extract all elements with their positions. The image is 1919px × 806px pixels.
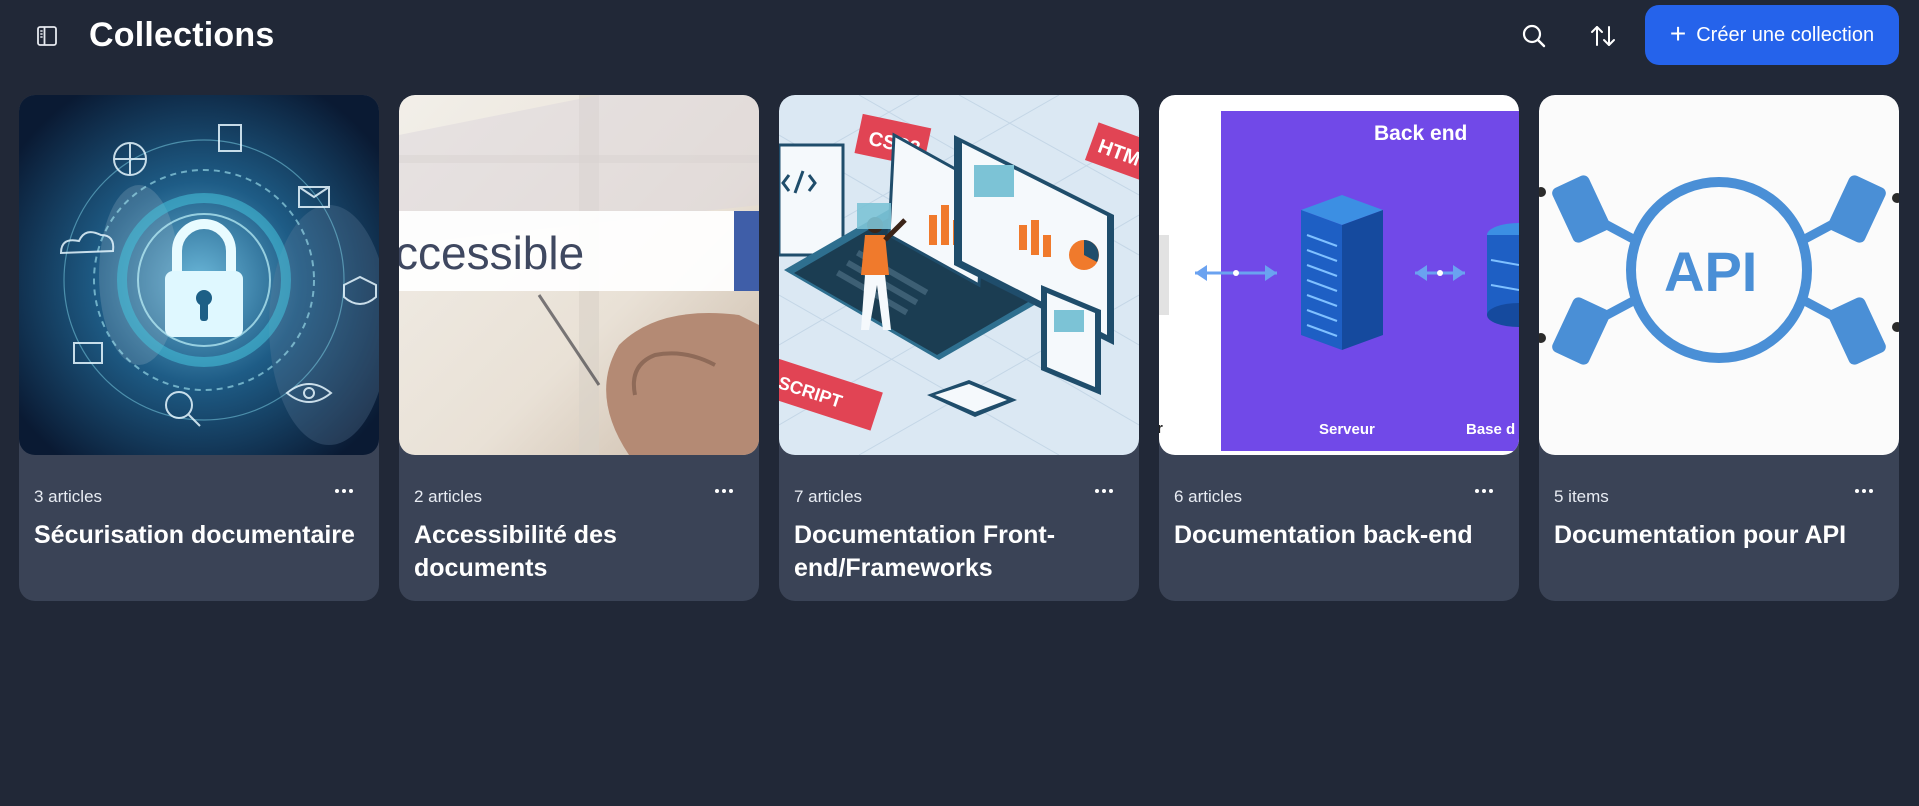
back-end-label: Back end: [1374, 122, 1467, 145]
image-text: ccessible: [399, 227, 584, 279]
more-options-icon[interactable]: [1851, 479, 1877, 503]
search-button[interactable]: [1517, 19, 1551, 53]
sort-arrows-icon: [1589, 23, 1617, 49]
client-label: r: [1159, 420, 1163, 437]
collection-count: 3 articles: [34, 487, 103, 506]
collection-card[interactable]: r Back end Serveur Base d 6 articles Doc…: [1159, 95, 1519, 601]
api-connectors-illustration: API: [1539, 95, 1899, 455]
api-label: API: [1664, 240, 1757, 303]
security-lock-illustration: [19, 95, 379, 455]
serveur-label: Serveur: [1319, 421, 1375, 438]
collection-count: 5 items: [1554, 487, 1609, 506]
more-options-icon[interactable]: [711, 479, 737, 503]
collection-count: 2 articles: [414, 487, 483, 506]
create-collection-button[interactable]: + Créer une collection: [1645, 5, 1899, 65]
collection-card[interactable]: API 5 items Documentation pour API: [1539, 95, 1899, 601]
more-options-icon[interactable]: [1091, 479, 1117, 503]
collection-title: Documentation back-end: [1174, 521, 1473, 549]
search-icon: [1521, 23, 1547, 49]
collection-count: 7 articles: [794, 487, 863, 506]
accessible-search-bar-photo: ccessible: [399, 95, 759, 455]
collection-title: Sécurisation documentaire: [34, 521, 355, 549]
page-title: Collections: [89, 16, 275, 54]
collection-card[interactable]: 3 articles Sécurisation documentaire: [19, 95, 379, 601]
top-bar: Collections + Créer une collection: [0, 0, 1919, 70]
database-label: Base d: [1466, 421, 1515, 438]
collection-count: 6 articles: [1174, 487, 1243, 506]
collection-title: Documentation pour API: [1554, 521, 1847, 549]
collection-card[interactable]: CSS3 HTM VASCRIPT: [779, 95, 1139, 601]
sidebar-toggle-icon[interactable]: [33, 22, 61, 50]
plus-icon: +: [1669, 17, 1687, 49]
frontend-isometric-illustration: CSS3 HTM VASCRIPT: [779, 95, 1139, 455]
collection-title: Documentation Front-end/Frameworks: [794, 521, 1056, 582]
backend-server-illustration: r Back end Serveur Base d: [1159, 95, 1519, 455]
sort-button[interactable]: [1586, 19, 1620, 53]
create-collection-label: Créer une collection: [1696, 23, 1875, 46]
collection-title: Accessibilité des documents: [414, 521, 617, 582]
collection-card[interactable]: ccessible 2 articles Accessibilité des d…: [399, 95, 759, 601]
collection-grid: 3 articles Sécurisation documentaire cce…: [19, 95, 1899, 601]
more-options-icon[interactable]: [331, 479, 357, 503]
more-options-icon[interactable]: [1471, 479, 1497, 503]
